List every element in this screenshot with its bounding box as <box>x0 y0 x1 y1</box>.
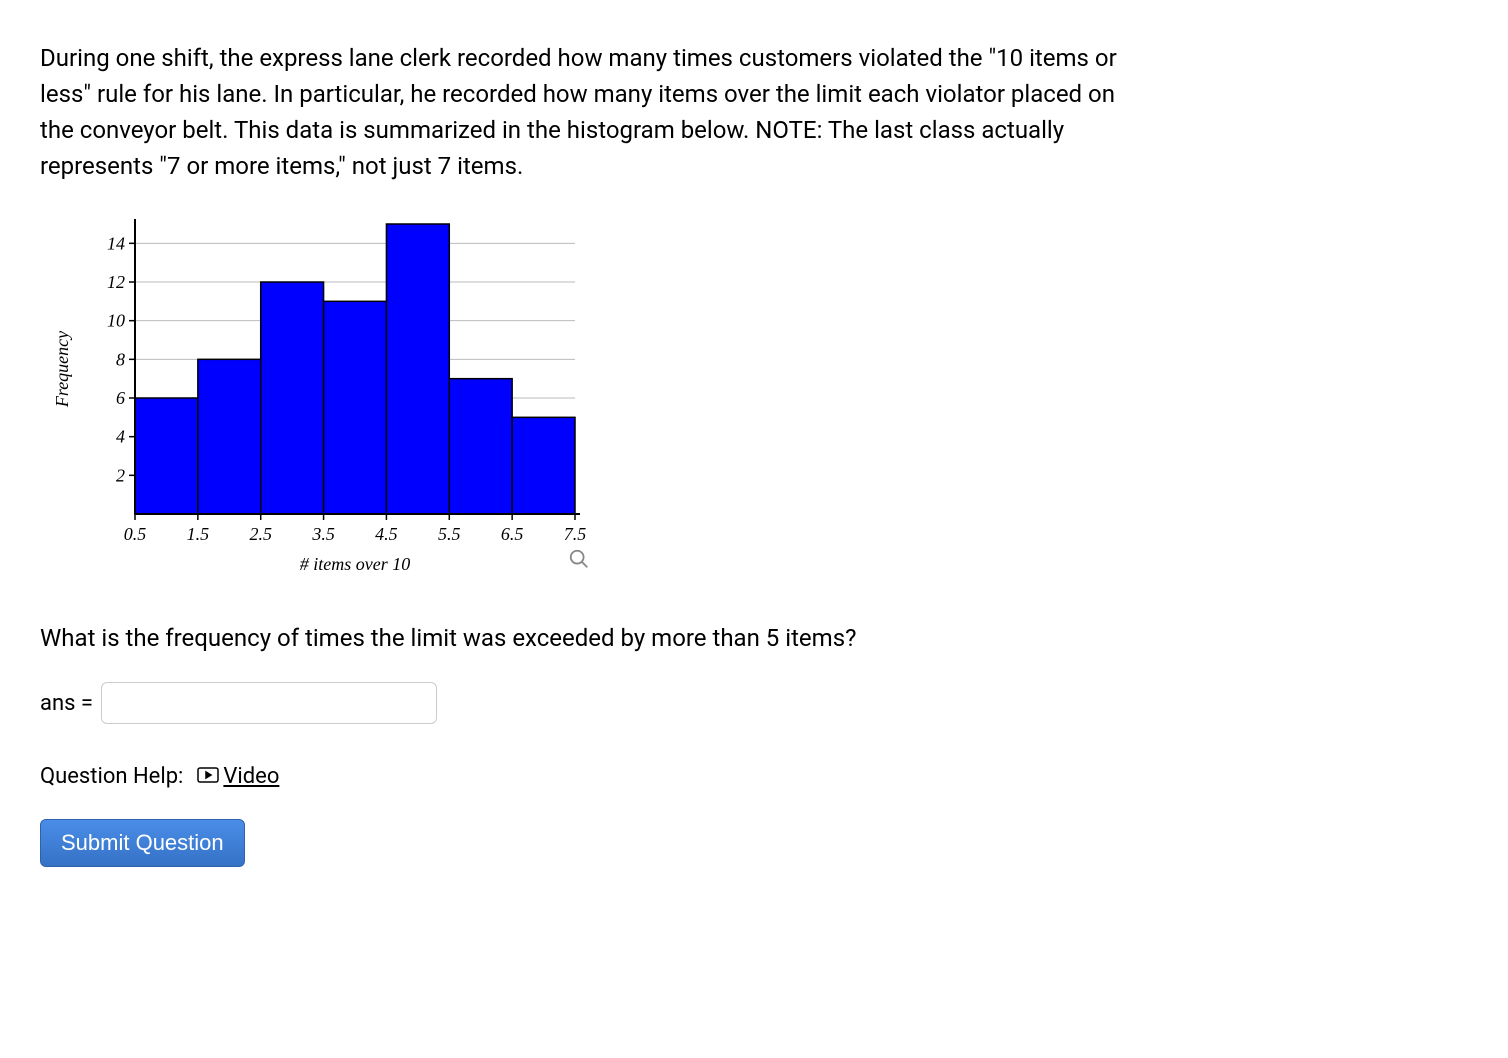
bar <box>449 379 512 514</box>
bar <box>324 301 387 514</box>
y-axis-label: Frequency <box>52 331 72 408</box>
bar <box>198 359 261 514</box>
svg-text:8: 8 <box>116 349 125 369</box>
question-text: What is the frequency of times the limit… <box>40 624 1140 652</box>
bar <box>261 282 324 514</box>
svg-text:5.5: 5.5 <box>438 524 461 544</box>
bar <box>135 398 198 514</box>
svg-text:6.5: 6.5 <box>501 524 523 544</box>
video-link-text: Video <box>223 764 279 789</box>
svg-text:2: 2 <box>116 465 125 485</box>
svg-text:6: 6 <box>116 388 125 408</box>
bar <box>512 417 575 514</box>
svg-text:10: 10 <box>107 311 125 331</box>
submit-button[interactable]: Submit Question <box>40 819 245 867</box>
video-icon <box>197 764 219 789</box>
svg-text:14: 14 <box>107 233 125 253</box>
svg-text:4.5: 4.5 <box>375 524 398 544</box>
x-axis-label: # items over 10 <box>300 554 410 574</box>
svg-text:4: 4 <box>116 427 125 447</box>
svg-text:12: 12 <box>107 272 125 292</box>
magnify-icon[interactable] <box>568 548 590 574</box>
answer-label: ans = <box>40 691 93 716</box>
svg-text:0.5: 0.5 <box>124 524 147 544</box>
answer-row: ans = <box>40 682 1140 724</box>
bar <box>386 224 449 514</box>
answer-input[interactable] <box>101 682 437 724</box>
problem-text: During one shift, the express lane clerk… <box>40 40 1140 184</box>
histogram-chart: 2 4 6 8 10 12 14 0.5 1.5 2.5 3.5 4.5 5.5 6.5 7.5 # item… <box>40 214 600 584</box>
svg-text:1.5: 1.5 <box>187 524 210 544</box>
question-help-row: Question Help: Video <box>40 764 1140 789</box>
svg-text:2.5: 2.5 <box>249 524 272 544</box>
help-label: Question Help: <box>40 764 183 789</box>
svg-text:7.5: 7.5 <box>564 524 587 544</box>
video-link[interactable]: Video <box>197 764 279 789</box>
svg-text:3.5: 3.5 <box>311 524 335 544</box>
chart-svg: 2 4 6 8 10 12 14 0.5 1.5 2.5 3.5 4.5 5.5 6.5 7.5 # item… <box>40 214 600 584</box>
